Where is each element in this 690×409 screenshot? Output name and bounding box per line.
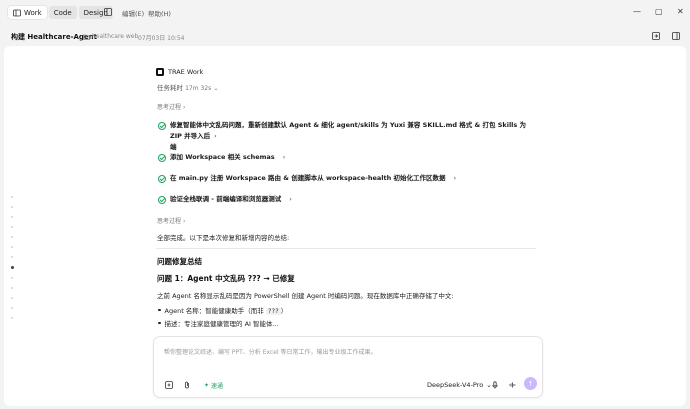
tab-work[interactable]: Work (8, 6, 47, 19)
subsection-heading: 问题 1：Agent 中文乱码 ??? → 已修复 (157, 274, 295, 283)
tab-work-label: Work (24, 8, 42, 17)
step-item[interactable]: 添加 Workspace 相关 schemas › (158, 152, 285, 163)
check-circle-icon (158, 153, 166, 162)
model-selector[interactable]: DeepSeek-V4-Pro ⌄ (427, 381, 492, 389)
list-item: 描述：专注家庭健康管理的 AI 智能体... (158, 318, 279, 328)
paragraph: 之前 Agent 名称显示乱码是因为 PowerShell 创建 Agent 时… (157, 292, 454, 300)
step-text: 添加 Workspace 相关 schemas (170, 153, 275, 161)
assistant-brand: TRAE Work (156, 68, 203, 76)
chevron-right-icon: › (182, 218, 186, 225)
mode-label: 速通 (211, 383, 224, 390)
chevron-right-icon: › (214, 132, 217, 140)
voice-wave-icon[interactable] (508, 381, 516, 389)
nav-dot[interactable] (11, 206, 13, 208)
folder-icon (83, 34, 90, 40)
step-item[interactable]: 验证全栈联调 - 前端编译和浏览器测试 › (158, 194, 292, 205)
export-icon[interactable] (652, 32, 660, 40)
send-button[interactable]: ↑ (524, 377, 537, 390)
page-header: 构建 Healthcare-Agent healthcare web 07月03… (0, 28, 690, 44)
composer-input[interactable]: 帮你整理论文综述、编写 PPT、分析 Excel 等日常工作，输出专业级工作成果… (164, 347, 377, 356)
nav-dot[interactable] (11, 236, 13, 238)
nav-dot[interactable] (11, 216, 13, 218)
scroll-navigator[interactable] (10, 196, 16, 327)
summary-text: 全部完成。以下是本次修复和新增内容的总结: (157, 234, 290, 242)
check-circle-icon (158, 195, 166, 204)
bullet-dot (158, 308, 161, 312)
sparkle-icon: ✦ (204, 382, 210, 389)
nav-dot[interactable] (11, 226, 13, 228)
chevron-right-icon: › (282, 153, 286, 161)
project-folder-label: healthcare web (92, 33, 139, 40)
menu-help[interactable]: 帮助(H) (148, 8, 171, 18)
step-text: 在 main.py 注册 Workspace 路由 & 创建脚本从 worksp… (170, 174, 446, 182)
chat-panel: TRAE Work 任务耗时 17m 32s ⌄ 思考过程 › 修复智能体中文乱… (4, 46, 686, 406)
nav-dot[interactable] (11, 287, 13, 289)
bullet-text: 描述：专注家庭健康管理的 AI 智能体... (164, 320, 279, 328)
minimize-button[interactable]: — (633, 8, 641, 16)
thinking-toggle[interactable]: 思考过程 › (157, 102, 185, 111)
thinking-label: 思考过程 (157, 104, 182, 111)
nav-dot[interactable] (11, 246, 13, 248)
mode-switcher: Work Code Design (8, 6, 113, 19)
attach-file-icon[interactable] (165, 381, 173, 389)
elapsed-time[interactable]: 任务耗时 17m 32s ⌄ (157, 82, 218, 92)
title-bar: Work Code Design 编辑(E) 帮助(H) — ▢ ✕ (0, 0, 690, 24)
session-timestamp: 07月03日 10:54 (138, 35, 185, 42)
divider (156, 248, 536, 249)
trae-logo-icon (156, 68, 164, 76)
close-button[interactable]: ✕ (677, 8, 684, 16)
app-window: Work Code Design 编辑(E) 帮助(H) — ▢ ✕ 构建 He… (0, 0, 690, 409)
model-label: DeepSeek-V4-Pro (427, 381, 484, 389)
bullet-text: Agent 名称：智能健康助手（而非 (164, 307, 264, 315)
nav-dot[interactable] (11, 297, 13, 299)
tab-code[interactable]: Code (48, 6, 77, 19)
check-circle-icon (158, 174, 166, 183)
bullet-text-suffix: ） (280, 307, 288, 315)
section-heading: 问题修复总结 (157, 257, 202, 266)
thinking-toggle-2[interactable]: 思考过程 › (157, 216, 185, 225)
menu-edit[interactable]: 编辑(E) (122, 8, 144, 18)
chevron-right-icon: › (453, 174, 457, 182)
nav-dot-active[interactable] (10, 266, 14, 269)
tab-code-label: Code (53, 8, 72, 17)
message-composer[interactable]: 帮你整理论文综述、编写 PPT、分析 Excel 等日常工作，输出专业级工作成果… (153, 336, 543, 398)
inline-code: ??? (265, 308, 281, 315)
nav-dot[interactable] (11, 307, 13, 309)
nav-dot[interactable] (11, 317, 13, 319)
chevron-down-icon: ⌄ (213, 85, 219, 92)
maximize-button[interactable]: ▢ (655, 8, 663, 16)
step-text: 修复智能体中文乱码问题，重新创建默认 Agent & 细化 agent/skil… (170, 121, 527, 140)
list-item: Agent 名称：智能健康助手（而非 ???） (158, 305, 287, 315)
window-icon (13, 9, 21, 16)
microphone-icon[interactable] (491, 381, 499, 389)
mode-toggle[interactable]: ✦ 速通 (204, 381, 223, 390)
sidebar-toggle-icon[interactable] (104, 8, 112, 16)
project-folder[interactable]: healthcare web (83, 33, 138, 40)
chevron-right-icon: › (182, 104, 186, 111)
step-text: 验证全栈联调 - 前端编译和浏览器测试 (170, 195, 282, 203)
elapsed-value: 17m 32s (185, 85, 212, 92)
bullet-dot (158, 321, 161, 325)
panel-toggle-icon[interactable] (672, 32, 680, 40)
nav-dot[interactable] (11, 256, 13, 258)
thinking-label-2: 思考过程 (157, 218, 182, 225)
step-text-cont: 端 (170, 143, 177, 151)
elapsed-label: 任务耗时 (157, 84, 183, 92)
step-item[interactable]: 修复智能体中文乱码问题，重新创建默认 Agent & 细化 agent/skil… (158, 120, 538, 153)
nav-dot[interactable] (11, 277, 13, 279)
nav-dot[interactable] (11, 196, 13, 198)
step-item[interactable]: 在 main.py 注册 Workspace 路由 & 创建脚本从 worksp… (158, 173, 456, 184)
check-circle-icon (158, 121, 166, 130)
brand-name: TRAE Work (168, 68, 204, 76)
chevron-right-icon: › (289, 195, 292, 203)
paperclip-icon[interactable] (183, 381, 191, 389)
